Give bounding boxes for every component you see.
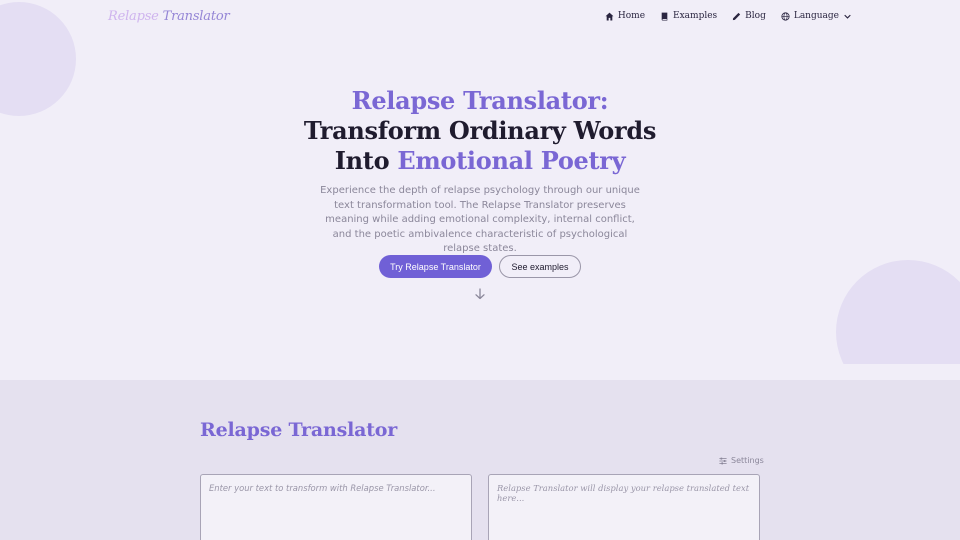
hero-title: Relapse Translator: Transform Ordinary W… (280, 86, 680, 176)
sliders-icon (719, 457, 727, 464)
decorative-circle-right (836, 260, 960, 364)
settings-label: Settings (731, 456, 764, 465)
pencil-icon (733, 12, 741, 20)
translator-section: Relapse Translator Settings Enter your t… (0, 380, 960, 540)
input-textarea[interactable]: Enter your text to transform with Relaps… (200, 474, 472, 540)
nav-examples-link[interactable]: Examples (660, 11, 717, 21)
chevron-down-icon (844, 14, 851, 19)
try-translator-button[interactable]: Try Relapse Translator (379, 255, 492, 278)
book-icon (661, 12, 668, 20)
hero-description: Experience the depth of relapse psycholo… (320, 185, 640, 255)
top-nav: Relapse Translator Home Examples Blog La… (0, 0, 960, 36)
output-textarea[interactable]: Relapse Translator will display your rel… (488, 474, 760, 540)
decorative-clip (0, 0, 960, 364)
nav-language-dropdown[interactable]: Language (781, 11, 852, 21)
globe-icon (781, 11, 790, 21)
see-examples-button[interactable]: See examples (499, 255, 581, 278)
logo-part-relapse: Relapse (108, 9, 159, 24)
home-icon (605, 12, 614, 20)
settings-button[interactable]: Settings (719, 456, 764, 465)
nav-blog-link[interactable]: Blog (732, 11, 766, 21)
output-placeholder: Relapse Translator will display your rel… (497, 483, 750, 503)
translator-title: Relapse Translator (200, 419, 398, 441)
input-placeholder: Enter your text to transform with Relaps… (209, 483, 436, 493)
logo-part-translator: Translator (162, 9, 230, 24)
hero-title-accent: Relapse Translator: (351, 86, 609, 115)
nav-examples-label: Examples (673, 11, 718, 21)
nav-blog-label: Blog (745, 11, 766, 21)
arrow-down-icon[interactable] (474, 288, 486, 300)
nav-home-link[interactable]: Home (605, 11, 645, 21)
nav-language-label: Language (793, 11, 839, 21)
nav-home-label: Home (617, 11, 646, 21)
nav-links: Home Examples Blog Language (605, 11, 852, 21)
site-logo[interactable]: Relapse Translator (108, 9, 230, 24)
hero-title-accent-2: Emotional Poetry (397, 146, 626, 175)
